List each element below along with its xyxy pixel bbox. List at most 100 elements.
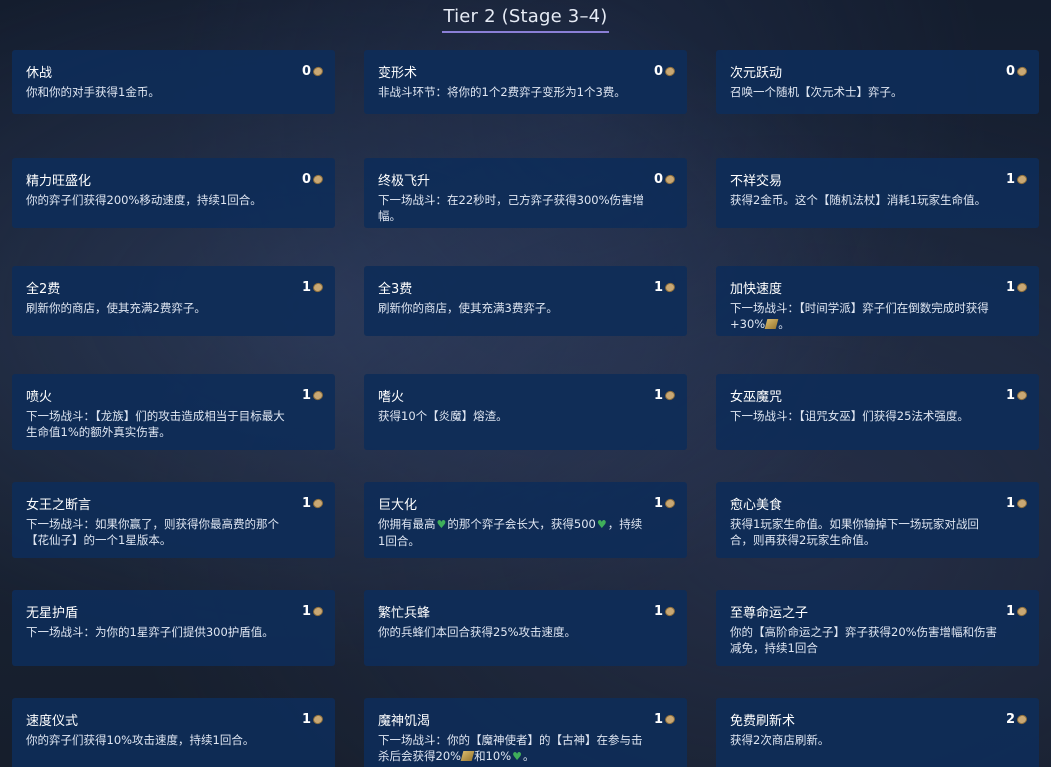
gold-coin-icon bbox=[1015, 65, 1029, 77]
gold-coin-icon bbox=[663, 281, 677, 293]
card-title: 加快速度 bbox=[730, 281, 783, 297]
card-description: 下一场战斗：【诅咒女巫】们获得25法术强度。 bbox=[730, 409, 969, 423]
health-icon: ♥ bbox=[512, 750, 522, 763]
card-cost: 1 bbox=[1006, 280, 1029, 295]
gold-coin-icon bbox=[1015, 605, 1029, 617]
card-header: 巨大化 1 bbox=[378, 493, 677, 513]
cost-value: 1 bbox=[301, 279, 311, 295]
card-ominous-deal[interactable]: 不祥交易 1 获得2金币。这个【随机法杖】消耗1玩家生命值。 bbox=[716, 158, 1039, 228]
card-cost: 1 bbox=[1006, 604, 1029, 619]
card-header: 全2费 1 bbox=[26, 277, 325, 297]
card-header: 全3费 1 bbox=[378, 277, 677, 297]
card-speed-ritual[interactable]: 速度仪式 1 你的弈子们获得10%攻击速度，持续1回合。 bbox=[12, 698, 335, 767]
card-cost: 1 bbox=[654, 604, 677, 619]
card-description: 下一场战斗：为你的1星弈子们提供300护盾值。 bbox=[26, 625, 274, 639]
description-part: 你拥有最高 bbox=[378, 517, 436, 531]
card-description: 你和你的对手获得1金币。 bbox=[26, 85, 160, 99]
card-header: 至尊命运之子 1 bbox=[730, 601, 1029, 621]
cost-value: 1 bbox=[653, 279, 663, 295]
cost-value: 1 bbox=[653, 387, 663, 403]
card-title: 巨大化 bbox=[378, 497, 418, 513]
cost-value: 1 bbox=[653, 495, 663, 511]
card-cost: 1 bbox=[301, 603, 325, 619]
card-description: 你的【高阶命运之子】弈子获得20%伤害增幅和伤害 减免，持续1回合 bbox=[730, 625, 998, 655]
cost-value: 1 bbox=[1005, 495, 1015, 511]
card-title: 次元跃动 bbox=[730, 65, 783, 81]
card-gigantify[interactable]: 巨大化 1 你拥有最高♥的那个弈子会长大，获得500♥，持续 1回合。 bbox=[364, 482, 687, 558]
card-dimensional-leap[interactable]: 次元跃动 0 召唤一个随机【次元术士】弈子。 bbox=[716, 50, 1039, 114]
card-description: 下一场战斗：如果你赢了，则获得你最高费的那个 【花仙子】的一个1星版本。 bbox=[26, 517, 279, 547]
card-cost: 2 bbox=[1006, 712, 1029, 727]
card-cost: 1 bbox=[1005, 495, 1029, 511]
heading-wrap: Tier 2 (Stage 3–4) bbox=[0, 6, 1051, 33]
card-title: 喷火 bbox=[26, 389, 53, 405]
page-title: Tier 2 (Stage 3–4) bbox=[442, 6, 609, 33]
attack-damage-icon bbox=[460, 751, 475, 761]
card-truce[interactable]: 休战 0 你和你的对手获得1金币。 bbox=[12, 50, 335, 114]
description-part: 。 bbox=[778, 317, 790, 331]
card-header: 终极飞升 0 bbox=[378, 169, 677, 189]
card-all-3-cost[interactable]: 全3费 1 刷新你的商店，使其充满3费弈子。 bbox=[364, 266, 687, 336]
cost-value: 0 bbox=[653, 171, 663, 187]
card-description: 下一场战斗：【时间学派】弈子们在倒数完成时获得 +30%。 bbox=[730, 300, 1027, 332]
card-cost: 0 bbox=[653, 171, 677, 187]
card-witch-hex[interactable]: 女巫魔咒 1 下一场战斗：【诅咒女巫】们获得25法术强度。 bbox=[716, 374, 1039, 450]
card-busy-drones[interactable]: 繁忙兵蜂 1 你的兵蜂们本回合获得25%攻击速度。 bbox=[364, 590, 687, 666]
description-part: 和10% bbox=[474, 749, 512, 763]
card-cost: 0 bbox=[302, 64, 325, 79]
card-cost: 1 bbox=[653, 279, 677, 295]
card-supreme-child-of-fate[interactable]: 至尊命运之子 1 你的【高阶命运之子】弈子获得20%伤害增幅和伤害 减免，持续1… bbox=[716, 590, 1039, 666]
card-description: 非战斗环节：将你的1个2费弈子变形为1个3费。 bbox=[378, 85, 626, 99]
card-title: 全2费 bbox=[26, 281, 61, 297]
card-description: 你的弈子们获得10%攻击速度，持续1回合。 bbox=[26, 733, 255, 747]
card-cost: 1 bbox=[653, 387, 677, 403]
card-header: 愈心美食 1 bbox=[730, 493, 1029, 513]
card-header: 嗜火 1 bbox=[378, 385, 677, 405]
description-part: 。 bbox=[523, 749, 535, 763]
gold-coin-icon bbox=[311, 173, 325, 185]
gold-coin-icon bbox=[1015, 281, 1029, 293]
card-breathe-fire[interactable]: 喷火 1 下一场战斗：【龙族】们的攻击造成相当于目标最大 生命值1%的额外真实伤… bbox=[12, 374, 335, 450]
card-fire-craving[interactable]: 嗜火 1 获得10个【炎魔】熔渣。 bbox=[364, 374, 687, 450]
gold-coin-icon bbox=[1015, 497, 1029, 509]
card-free-reroll[interactable]: 免费刷新术 2 获得2次商店刷新。 bbox=[716, 698, 1039, 767]
gold-coin-icon bbox=[311, 713, 325, 725]
card-description: 召唤一个随机【次元术士】弈子。 bbox=[730, 85, 903, 99]
card-all-2-cost[interactable]: 全2费 1 刷新你的商店，使其充满2费弈子。 bbox=[12, 266, 335, 336]
card-header: 魔神饥渴 1 bbox=[378, 709, 677, 729]
card-cost: 1 bbox=[1005, 387, 1029, 403]
gold-coin-icon bbox=[311, 497, 325, 509]
card-header: 休战 0 bbox=[26, 61, 325, 81]
card-title: 无星护盾 bbox=[26, 605, 79, 621]
card-title: 女王之断言 bbox=[26, 497, 92, 513]
card-header: 繁忙兵蜂 1 bbox=[378, 601, 677, 621]
cost-value: 0 bbox=[1005, 63, 1015, 79]
card-queens-decree[interactable]: 女王之断言 1 下一场战斗：如果你赢了，则获得你最高费的那个 【花仙子】的一个1… bbox=[12, 482, 335, 558]
cost-value: 1 bbox=[301, 711, 311, 727]
card-header: 免费刷新术 2 bbox=[730, 709, 1029, 729]
card-demon-hunger[interactable]: 魔神饥渴 1 下一场战斗：你的【魔神使者】的【古神】在参与击 杀后会获得20% 和… bbox=[364, 698, 687, 767]
attack-damage-icon bbox=[764, 319, 779, 329]
card-header: 无星护盾 1 bbox=[26, 601, 325, 621]
card-energized[interactable]: 精力旺盛化 0 你的弈子们获得200%移动速度，持续1回合。 bbox=[12, 158, 335, 228]
card-description: 获得10个【炎魔】熔渣。 bbox=[378, 409, 508, 423]
card-ultimate-ascension[interactable]: 终极飞升 0 下一场战斗：在22秒时，己方弈子获得300%伤害增 幅。 bbox=[364, 158, 687, 228]
card-polymorph[interactable]: 变形术 0 非战斗环节：将你的1个2费弈子变形为1个3费。 bbox=[364, 50, 687, 114]
health-icon: ♥ bbox=[596, 518, 607, 531]
gold-coin-icon bbox=[663, 173, 677, 185]
card-cost: 0 bbox=[1005, 63, 1029, 79]
gold-coin-icon bbox=[1015, 713, 1029, 725]
card-speed-up[interactable]: 加快速度 1 下一场战斗：【时间学派】弈子们在倒数完成时获得 +30%。 bbox=[716, 266, 1039, 336]
card-description: 刷新你的商店，使其充满3费弈子。 bbox=[378, 301, 558, 315]
card-healing-feast[interactable]: 愈心美食 1 获得1玩家生命值。如果你输掉下一场玩家对战回 合，则再获得2玩家生… bbox=[716, 482, 1039, 558]
card-title: 魔神饥渴 bbox=[378, 713, 431, 729]
card-cost: 1 bbox=[654, 712, 677, 727]
card-description: 下一场战斗：【龙族】们的攻击造成相当于目标最大 生命值1%的额外真实伤害。 bbox=[26, 409, 285, 439]
card-cost: 1 bbox=[1006, 172, 1029, 187]
cost-value: 1 bbox=[301, 603, 311, 619]
card-header: 不祥交易 1 bbox=[730, 169, 1029, 189]
card-description: 下一场战斗：你的【魔神使者】的【古神】在参与击 杀后会获得20% 和10%♥。 bbox=[378, 732, 675, 765]
card-starless-shield[interactable]: 无星护盾 1 下一场战斗：为你的1星弈子们提供300护盾值。 bbox=[12, 590, 335, 666]
card-cost: 0 bbox=[302, 172, 325, 187]
cost-value: 1 bbox=[1005, 387, 1015, 403]
